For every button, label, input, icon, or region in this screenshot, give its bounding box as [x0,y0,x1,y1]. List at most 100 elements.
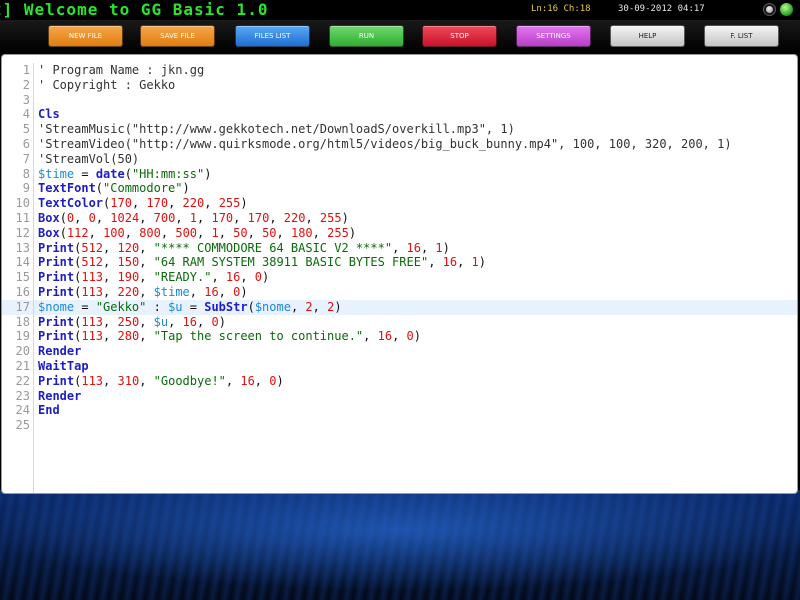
punctuation-token: , [276,225,291,240]
line-number: 21 [2,358,34,374]
help-button[interactable]: HELP [610,25,685,47]
run-button[interactable]: RUN [329,25,404,47]
keyword-token: Cls [38,107,60,122]
stop-button[interactable]: STOP [422,25,497,47]
number-token: 0 [88,210,96,225]
code-text[interactable]: Print(512, 120, "**** COMMODORE 64 BASIC… [38,241,450,256]
keyword-token: End [38,403,60,418]
code-line[interactable]: 7 'StreamVol(50) [2,151,797,167]
code-line[interactable]: 2 ' Copyright : Gekko [2,77,797,93]
punctuation-token: , [457,255,472,270]
punctuation-token: , [392,329,407,344]
code-text[interactable]: Render [38,389,81,404]
code-text[interactable]: Cls [38,107,60,122]
code-text[interactable]: Print(113, 220, $time, 16, 0) [38,285,248,300]
code-text[interactable]: $nome = "Gekko" : $u = SubStr($nome, 2, … [38,300,342,315]
number-token: 280 [117,329,140,344]
code-line[interactable]: 12 Box(112, 100, 800, 500, 1, 50, 50, 180… [2,225,797,241]
punctuation-token: , [428,255,443,270]
punctuation-token: , [312,299,328,314]
code-text[interactable]: 'StreamVol(50) [38,152,139,167]
number-token: 16 [182,314,197,329]
code-line[interactable]: 13 Print(512, 120, "**** COMMODORE 64 BAS… [2,240,797,256]
code-text[interactable]: ' Copyright : Gekko [38,78,175,93]
code-line[interactable]: 11 Box(0, 0, 1024, 700, 1, 170, 170, 220,… [2,210,797,226]
punctuation-token: , [312,225,328,240]
code-text[interactable]: ' Program Name : jkn.gg [38,63,204,78]
code-line[interactable]: 23 Render [2,388,797,404]
code-text[interactable]: Print(113, 250, $u, 16, 0) [38,315,226,330]
code-line[interactable]: 10 TextColor(170, 170, 220, 255) [2,196,797,211]
code-line[interactable]: 18 Print(113, 250, $u, 16, 0) [2,314,797,330]
keyword-token: Box [38,225,60,240]
code-text[interactable]: Box(112, 100, 800, 500, 1, 50, 50, 180, … [38,226,356,241]
code-line[interactable]: 3 [2,92,797,108]
punctuation-token: ) [240,284,248,299]
code-text[interactable]: 'StreamMusic("http://www.gekkotech.net/D… [38,122,515,137]
files-list-button[interactable]: FILES LIST [235,25,310,47]
code-text[interactable]: Print(113, 280, "Tap the screen to conti… [38,329,421,344]
status-indicator-icon[interactable] [780,3,793,16]
code-text[interactable]: Print(113, 310, "Goodbye!", 16, 0) [38,374,284,389]
code-line[interactable]: 5 'StreamMusic("http://www.gekkotech.net/… [2,122,797,137]
code-text[interactable]: End [38,403,60,418]
settings-button[interactable]: SETTINGS [516,25,591,47]
code-line[interactable]: 21 WaitTap [2,358,797,374]
code-line[interactable]: 6 'StreamVideo("http://www.quirksmode.org… [2,136,797,152]
code-line[interactable]: 20 Render [2,344,797,359]
line-number: 12 [2,225,34,241]
code-text[interactable]: $time = date("HH:mm:ss") [38,167,211,182]
code-text[interactable]: TextColor(170, 170, 220, 255) [38,196,248,211]
comment-token: 'StreamVol(50) [38,151,140,166]
number-token: 1 [435,240,443,255]
code-line[interactable]: 16 Print(113, 220, $time, 16, 0) [2,284,797,300]
string-token: "Goodbye!" [153,373,226,388]
punctuation-token: , [290,299,306,314]
code-line[interactable]: 4 Cls [2,107,797,123]
number-token: 250 [117,314,140,329]
number-token: 255 [319,210,342,225]
code-line[interactable]: 22 Print(113, 310, "Goodbye!", 16, 0) [2,373,797,389]
function-list-button[interactable]: F. LIST [704,25,779,47]
code-text[interactable]: WaitTap [38,359,89,374]
code-text[interactable]: TextFont("Commodore") [38,181,190,196]
code-line[interactable]: 17 $nome = "Gekko" : $u = SubStr($nome, 2… [2,299,797,315]
punctuation-token: ) [341,210,349,225]
save-file-button[interactable]: SAVE FILE [140,25,215,47]
punctuation-token: , [139,255,154,270]
code-line[interactable]: 19 Print(113, 280, "Tap the screen to con… [2,329,797,345]
punctuation-token: , [204,196,219,211]
code-line[interactable]: 14 Print(512, 150, "64 RAM SYSTEM 38911 B… [2,255,797,271]
punctuation-token: , [189,284,205,299]
code-text[interactable]: Print(113, 190, "READY.", 16, 0) [38,270,269,285]
line-number: 16 [2,284,34,300]
punctuation-token: , [124,225,140,240]
punctuation-token: , [247,225,263,240]
code-line[interactable]: 25 [2,418,797,433]
punctuation-token: , [233,210,248,225]
string-token: "HH:mm:ss" [131,166,205,181]
code-text[interactable]: Render [38,344,81,359]
number-token: 255 [327,225,349,240]
code-line[interactable]: 9 TextFont("Commodore") [2,181,797,197]
number-token: 16 [442,255,458,270]
number-token: 113 [81,284,104,299]
minimize-icon[interactable] [763,3,776,16]
number-token: 170 [110,196,132,211]
code-editor[interactable]: 1 ' Program Name : jkn.gg 2 ' Copyright : G… [1,54,798,494]
code-text[interactable]: 'StreamVideo("http://www.quirksmode.org/… [38,137,732,152]
code-line[interactable]: 1 ' Program Name : jkn.gg [2,63,797,78]
code-text[interactable]: Print(512, 150, "64 RAM SYSTEM 38911 BAS… [38,255,486,270]
punctuation-token: = [182,299,205,314]
comment-token: 'StreamVideo("http://www.quirksmode.org/… [38,136,732,151]
code-area[interactable]: 1 ' Program Name : jkn.gg 2 ' Copyright : G… [2,63,797,433]
new-file-button[interactable]: NEW FILE [48,25,123,47]
number-token: 190 [117,270,140,285]
number-token: 150 [117,255,140,270]
code-line[interactable]: 24 End [2,403,797,419]
string-token: "READY." [153,270,212,285]
code-text[interactable]: Box(0, 0, 1024, 700, 1, 170, 170, 220, 2… [38,211,349,226]
title-bar: 2] Welcome to GG Basic 1.0 Ln:16 Ch:18 3… [0,0,800,20]
code-line[interactable]: 15 Print(113, 190, "READY.", 16, 0) [2,270,797,285]
code-line[interactable]: 8 $time = date("HH:mm:ss") [2,166,797,182]
